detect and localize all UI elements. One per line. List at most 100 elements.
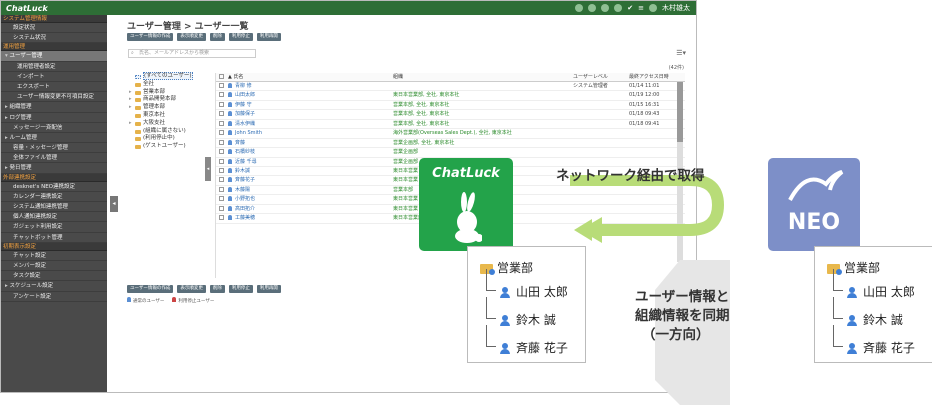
table-row[interactable]: 山田太郎 東日本営業部, 全社, 東京本社 01/19 12:00	[216, 91, 685, 101]
sidebar-item[interactable]: システム状況	[1, 33, 107, 44]
sidebar-item[interactable]: スケジュール設定	[1, 281, 107, 292]
toolbar-button[interactable]: 利用再開	[256, 33, 281, 41]
user-level	[573, 101, 629, 109]
toolbar-button[interactable]: ユーザー情報の作成	[127, 33, 174, 41]
tree-node[interactable]: 東京本社	[131, 112, 209, 120]
table-row[interactable]: 加藤保子 営業本部, 全社, 東京本社 01/18 09:43	[216, 110, 685, 120]
user-name-link[interactable]: 山田太郎	[235, 92, 255, 98]
sidebar-item[interactable]: desknet's NEO連携設定	[1, 182, 107, 192]
user-name[interactable]: 木村雄太	[662, 3, 690, 13]
sidebar-item[interactable]: 設定状況	[1, 23, 107, 34]
sidebar-item[interactable]: 発日管理	[1, 163, 107, 174]
toolbar-button[interactable]: 表示順変更	[177, 33, 206, 41]
user-name-link[interactable]: 斉藤	[235, 140, 245, 146]
table-row[interactable]: 清水伊織 営業本部, 全社, 東京本社 01/18 09:41	[216, 120, 685, 130]
user-name-link[interactable]: 石橋紗枝	[235, 149, 255, 155]
sidebar-item[interactable]: ユーザー情報変更不可項目設定	[1, 92, 107, 103]
sidebar-item[interactable]: メッセージ一斉配信	[1, 123, 107, 133]
globe-icon[interactable]	[601, 4, 610, 12]
app-logo[interactable]: ChatLuck	[6, 4, 48, 13]
user-name-link[interactable]: 伊藤 守	[235, 102, 252, 108]
toolbar-button[interactable]: 利用停止	[228, 285, 253, 293]
row-checkbox[interactable]	[216, 214, 228, 222]
toolbar-button[interactable]: 利用再開	[256, 285, 281, 293]
user-name-link[interactable]: 高田拓介	[235, 206, 255, 212]
user-name-link[interactable]: 青柳 修	[235, 83, 252, 89]
row-checkbox[interactable]	[216, 110, 228, 118]
row-checkbox[interactable]	[216, 129, 228, 137]
sidebar-item[interactable]: インポート	[1, 72, 107, 82]
sidebar-item[interactable]: カレンダー連携設定	[1, 192, 107, 202]
tree-node[interactable]: (ゲストユーザー)	[131, 143, 209, 151]
row-checkbox[interactable]	[216, 186, 228, 194]
row-checkbox[interactable]	[216, 176, 228, 184]
sidebar-item[interactable]: システム通知連携管理	[1, 202, 107, 213]
list-menu-icon[interactable]: ☰▾	[676, 49, 686, 57]
toolbar-button[interactable]: 利用停止	[228, 33, 253, 41]
user-name-link[interactable]: 鈴木誠	[235, 168, 250, 174]
sidebar-item[interactable]: 全体ファイル管理	[1, 153, 107, 164]
sidebar-item[interactable]: ログ管理	[1, 113, 107, 123]
table-row[interactable]: 伊藤 守 営業本部, 全社, 東京本社 01/15 16:31	[216, 101, 685, 111]
avatar[interactable]	[649, 4, 657, 12]
row-checkbox[interactable]	[216, 120, 228, 128]
column-name[interactable]: ▲ 氏名	[228, 73, 393, 81]
user-name-link[interactable]: John Smith	[235, 130, 262, 136]
column-last-access[interactable]: 最終アクセス日時	[629, 73, 679, 81]
sidebar-item[interactable]: メンバー設定	[1, 261, 107, 272]
row-checkbox[interactable]	[216, 82, 228, 90]
column-org[interactable]: 組織	[393, 73, 573, 81]
sidebar-item[interactable]: ユーザー管理	[1, 51, 107, 62]
toolbar-button[interactable]: 削除	[209, 285, 225, 293]
sidebar-collapse-button[interactable]: ◂	[110, 196, 118, 212]
toolbar-button[interactable]: ユーザー情報の作成	[127, 285, 174, 293]
sidebar-item[interactable]: 個人通知連携設定	[1, 212, 107, 223]
sidebar-item[interactable]: 運用管理者設定	[1, 62, 107, 72]
mention-icon[interactable]	[614, 4, 623, 12]
table-row[interactable]: John Smith 海外営業部(Overseas Sales Dept.), 全…	[216, 129, 685, 139]
sidebar-item[interactable]: 組織管理	[1, 102, 107, 113]
user-name-link[interactable]: 近藤 千尋	[235, 159, 257, 165]
tree-node[interactable]: (利用停止中)	[131, 135, 209, 143]
table-row[interactable]: 石橋紗枝 営業企画部	[216, 148, 685, 158]
row-checkbox[interactable]	[216, 148, 228, 156]
menu-icon[interactable]: ≡	[638, 4, 644, 12]
sidebar-item[interactable]: ガジェット利用設定	[1, 222, 107, 233]
pane-splitter[interactable]: ◂	[205, 157, 211, 181]
row-checkbox[interactable]	[216, 101, 228, 109]
tree-node[interactable]: 管理本部	[129, 104, 209, 112]
settings-icon[interactable]: ✔	[627, 4, 633, 12]
user-name-link[interactable]: 斉藤花子	[235, 177, 255, 183]
select-all-checkbox[interactable]	[216, 73, 228, 81]
sidebar-item[interactable]: ルーム管理	[1, 133, 107, 144]
sidebar-item[interactable]: チャットボット管理	[1, 233, 107, 243]
sidebar-item[interactable]: チャット設定	[1, 251, 107, 261]
sidebar-item[interactable]: タスク設定	[1, 271, 107, 282]
user-icon[interactable]	[575, 4, 584, 12]
tree-node[interactable]: 大阪支社	[129, 120, 209, 128]
row-checkbox[interactable]	[216, 167, 228, 175]
message-icon[interactable]	[588, 4, 597, 12]
sidebar-item[interactable]: 容量・メッセージ管理	[1, 143, 107, 154]
search-input[interactable]: 氏名、メールアドレスから検索	[128, 49, 256, 58]
user-name-link[interactable]: 清水伊織	[235, 121, 255, 127]
user-name-link[interactable]: 工藤美穂	[235, 215, 255, 221]
column-level[interactable]: ユーザーレベル	[573, 73, 629, 81]
row-checkbox[interactable]	[216, 91, 228, 99]
user-name-link[interactable]: 小野拓也	[235, 196, 255, 202]
toolbar-button[interactable]: 表示順変更	[177, 285, 206, 293]
user-name-link[interactable]: 木藤陽	[235, 187, 250, 193]
sidebar-item[interactable]: エクスポート	[1, 82, 107, 93]
user-org: 営業企画部	[393, 149, 419, 156]
row-checkbox[interactable]	[216, 139, 228, 147]
table-row[interactable]: 斉藤 営業企画部, 全社, 東京本社	[216, 139, 685, 149]
row-checkbox[interactable]	[216, 158, 228, 166]
table-row[interactable]: 青柳 修 システム管理者 01/14 11:01	[216, 82, 685, 92]
sidebar-item[interactable]: アンケート設定	[1, 292, 107, 302]
tree-node[interactable]: (すべてのユーザー)	[131, 72, 209, 81]
row-checkbox[interactable]	[216, 195, 228, 203]
toolbar-button[interactable]: 削除	[209, 33, 225, 41]
row-checkbox[interactable]	[216, 205, 228, 213]
user-name-link[interactable]: 加藤保子	[235, 111, 255, 117]
tree-node[interactable]: 全社	[131, 81, 209, 89]
